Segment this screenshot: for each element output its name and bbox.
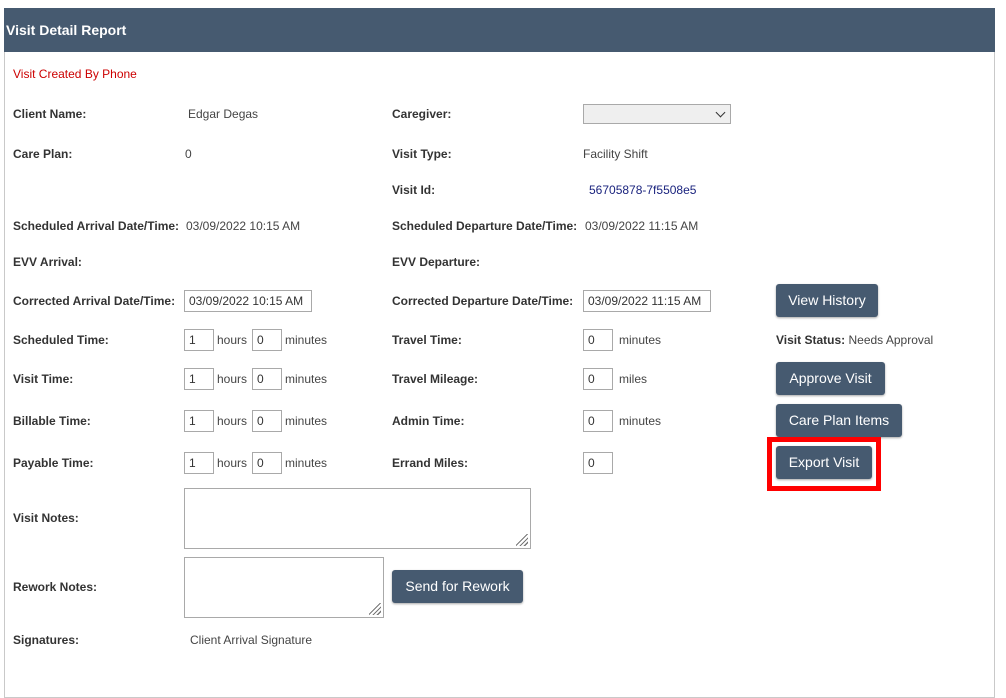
travel-time-unit: minutes — [619, 333, 662, 347]
billable-time-label: Billable Time: — [13, 414, 91, 428]
resize-grip-icon[interactable] — [516, 534, 528, 546]
visit-hours-unit: hours — [217, 372, 248, 386]
visit-type-value: Facility Shift — [583, 147, 648, 161]
admin-time-unit: minutes — [619, 414, 662, 428]
caregiver-label: Caregiver: — [392, 107, 452, 121]
admin-time-input[interactable] — [583, 410, 613, 432]
visit-type-label: Visit Type: — [392, 147, 452, 161]
resize-grip-icon[interactable] — [369, 603, 381, 615]
scheduled-departure-label: Scheduled Departure Date/Time: — [392, 219, 578, 233]
billable-minutes-input[interactable] — [252, 410, 282, 432]
chevron-down-icon — [715, 107, 726, 118]
rework-notes-textarea[interactable] — [184, 557, 384, 618]
visit-notes-label: Visit Notes: — [13, 511, 79, 525]
travel-mileage-label: Travel Mileage: — [392, 372, 479, 386]
export-visit-button[interactable]: Export Visit — [776, 446, 872, 479]
visit-minutes-input[interactable] — [252, 368, 282, 390]
care-plan-label: Care Plan: — [13, 147, 73, 161]
scheduled-departure-value: 03/09/2022 11:15 AM — [585, 219, 699, 233]
corrected-departure-input[interactable] — [583, 290, 711, 312]
billable-minutes-unit: minutes — [285, 414, 328, 428]
errand-miles-input[interactable] — [583, 452, 613, 474]
payable-minutes-unit: minutes — [285, 456, 328, 470]
scheduled-hours-input[interactable] — [184, 329, 214, 351]
visit-status-label: Visit Status: — [776, 333, 846, 347]
visit-time-label: Visit Time: — [13, 372, 74, 386]
visit-minutes-unit: minutes — [285, 372, 328, 386]
corrected-arrival-label: Corrected Arrival Date/Time: — [13, 294, 176, 308]
visit-status-value: Needs Approval — [848, 333, 934, 347]
care-plan-value: 0 — [185, 147, 192, 161]
visit-notes-textarea[interactable] — [184, 488, 531, 549]
page-title: Visit Detail Report — [4, 8, 995, 52]
travel-time-label: Travel Time: — [392, 333, 462, 347]
travel-mileage-unit: miles — [619, 372, 648, 386]
scheduled-hours-unit: hours — [217, 333, 248, 347]
payable-time-label: Payable Time: — [13, 456, 94, 470]
care-plan-items-button[interactable]: Care Plan Items — [776, 404, 902, 437]
client-arrival-signature: Client Arrival Signature — [190, 633, 313, 647]
send-for-rework-button[interactable]: Send for Rework — [392, 570, 523, 603]
scheduled-arrival-label: Scheduled Arrival Date/Time: — [13, 219, 180, 233]
evv-arrival-label: EVV Arrival: — [13, 255, 82, 269]
travel-mileage-input[interactable] — [583, 368, 613, 390]
visit-status: Visit Status: Needs Approval — [776, 333, 933, 347]
errand-miles-label: Errand Miles: — [392, 456, 469, 470]
billable-hours-input[interactable] — [184, 410, 214, 432]
billable-hours-unit: hours — [217, 414, 248, 428]
payable-hours-unit: hours — [217, 456, 248, 470]
corrected-arrival-input[interactable] — [184, 290, 312, 312]
scheduled-arrival-value: 03/09/2022 10:15 AM — [186, 219, 301, 233]
signatures-label: Signatures: — [13, 633, 80, 647]
visit-id-value: 56705878-7f5508e5 — [589, 183, 697, 197]
client-name-label: Client Name: — [13, 107, 87, 121]
corrected-departure-label: Corrected Departure Date/Time: — [392, 294, 574, 308]
travel-time-input[interactable] — [583, 329, 613, 351]
scheduled-minutes-input[interactable] — [252, 329, 282, 351]
caregiver-select[interactable] — [583, 104, 731, 124]
client-name-value: Edgar Degas — [188, 107, 259, 121]
approve-visit-button[interactable]: Approve Visit — [776, 362, 885, 395]
scheduled-time-label: Scheduled Time: — [13, 333, 109, 347]
scheduled-minutes-unit: minutes — [285, 333, 328, 347]
admin-time-label: Admin Time: — [392, 414, 465, 428]
visit-created-banner: Visit Created By Phone — [13, 67, 137, 81]
evv-departure-label: EVV Departure: — [392, 255, 481, 269]
visit-hours-input[interactable] — [184, 368, 214, 390]
visit-id-label: Visit Id: — [392, 183, 436, 197]
payable-minutes-input[interactable] — [252, 452, 282, 474]
view-history-button[interactable]: View History — [776, 284, 878, 317]
payable-hours-input[interactable] — [184, 452, 214, 474]
rework-notes-label: Rework Notes: — [13, 580, 98, 594]
